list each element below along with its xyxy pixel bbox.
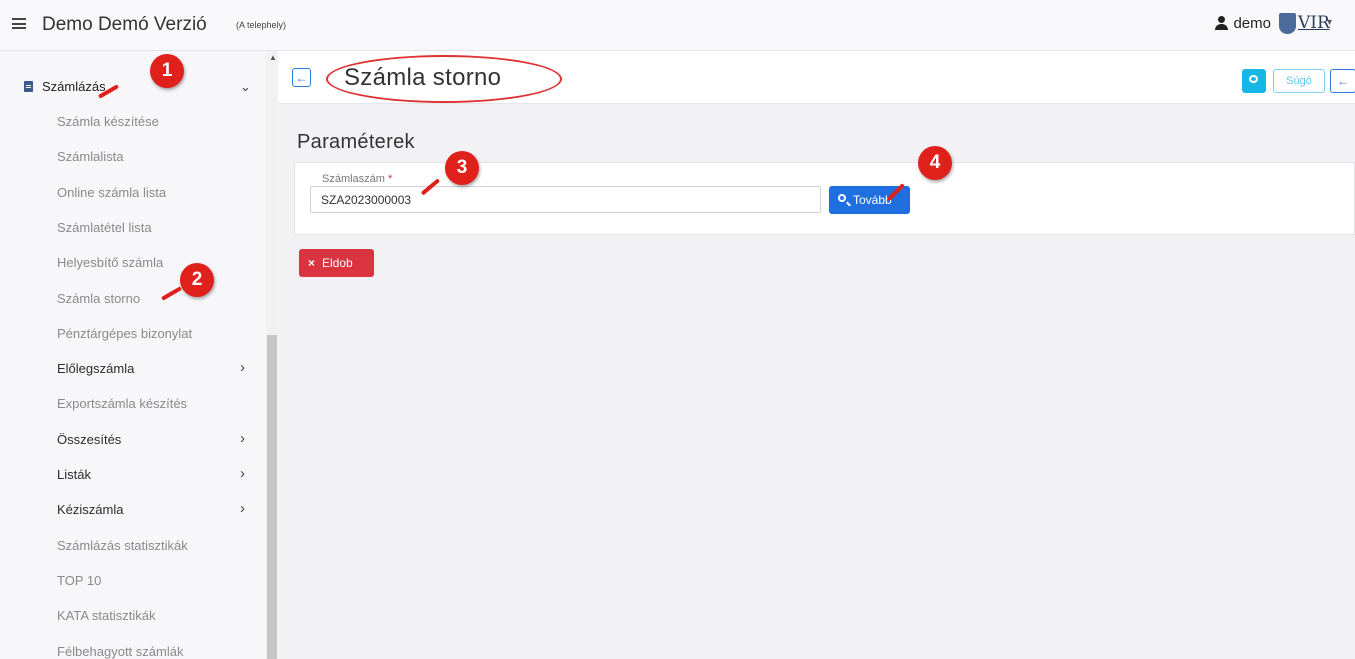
close-icon: ×	[308, 256, 316, 270]
invoice-number-label: Számlaszám *	[322, 173, 392, 185]
page-title: Számla storno	[344, 64, 502, 91]
marker-1: 1	[150, 54, 184, 88]
sidebar-item-label: Számlázás	[42, 79, 106, 94]
sidebar-item-label: Számlázás statisztikák	[57, 537, 188, 553]
sidebar-item-label: Exportszámla készítés	[57, 396, 188, 412]
app-title: Demo Demó Verzió	[42, 14, 207, 35]
chevron-right-icon: ›	[240, 465, 245, 482]
page-header: ← Számla storno Súgó ←	[278, 51, 1355, 104]
marker-4: 4	[918, 146, 952, 180]
back-button[interactable]: ←	[292, 68, 311, 87]
user-icon	[1215, 16, 1229, 30]
sidebar-item-label: Összesítés	[57, 431, 122, 447]
discard-button-label: Eldob	[322, 256, 353, 270]
sidebar-item-label: Számla storno	[57, 290, 141, 306]
chevron-right-icon: ›	[240, 500, 245, 518]
sidebar-scrollbar[interactable]: ▲	[266, 51, 278, 659]
scroll-up-icon[interactable]: ▲	[269, 53, 277, 62]
main-content: ← Számla storno Súgó ← Paraméterek Száml…	[278, 51, 1355, 659]
site-label: (A telephely)	[236, 20, 287, 30]
sidebar-item-label: Listák	[57, 467, 91, 482]
next-button-label: Tovább	[853, 193, 892, 207]
menu-icon[interactable]	[12, 18, 26, 29]
sidebar-item-label: Számlalista	[57, 149, 124, 165]
sidebar-item-label: KATA statisztikák	[57, 608, 156, 624]
required-mark: *	[388, 173, 393, 185]
section-title: Paraméterek	[297, 131, 415, 153]
top-bar: Demo Demó Verzió (A telephely) demo VIR …	[0, 0, 1355, 51]
sidebar-item-label: Számla készítése	[57, 114, 159, 129]
sidebar-item-label: TOP 10	[57, 572, 102, 588]
help-button[interactable]: Súgó	[1273, 69, 1325, 93]
sidebar-item-label: Online számla lista	[57, 184, 167, 200]
scrollbar-thumb[interactable]	[267, 335, 277, 659]
marker-3: 3	[445, 151, 479, 185]
back-icon-button[interactable]: ←	[1330, 69, 1355, 93]
document-icon	[24, 81, 33, 92]
sidebar-item-label: Kéziszámla	[57, 502, 124, 518]
user-menu[interactable]: demo	[1215, 15, 1271, 32]
sidebar: Számlázás ⌄ Számla készítése Számlalista O…	[0, 51, 266, 659]
field-label-text: Számlaszám	[322, 173, 385, 185]
chevron-down-icon: ⌄	[240, 79, 251, 94]
chat-button[interactable]	[1242, 69, 1266, 93]
marker-2: 2	[180, 263, 214, 297]
search-icon	[838, 194, 846, 202]
caret-down-icon: ▾	[1327, 17, 1333, 28]
user-name: demo	[1233, 15, 1271, 32]
chevron-right-icon: ›	[240, 429, 245, 447]
shield-logo-icon	[1279, 13, 1296, 34]
logo-text: VIR	[1298, 13, 1330, 33]
discard-button[interactable]: × Eldob	[299, 249, 374, 277]
sidebar-item-label: Félbehagyott számlák	[57, 643, 184, 659]
chevron-right-icon: ›	[240, 359, 245, 377]
sidebar-item-label: Helyesbítő számla	[57, 255, 164, 271]
sidebar-item-label: Számlatétel lista	[57, 219, 152, 235]
sidebar-item-label: Előlegszámla	[57, 361, 135, 377]
sidebar-item-label: Pénztárgépes bizonylat	[57, 325, 193, 341]
app-logo[interactable]: VIR ▾	[1279, 11, 1337, 37]
invoice-number-input[interactable]	[310, 186, 821, 213]
